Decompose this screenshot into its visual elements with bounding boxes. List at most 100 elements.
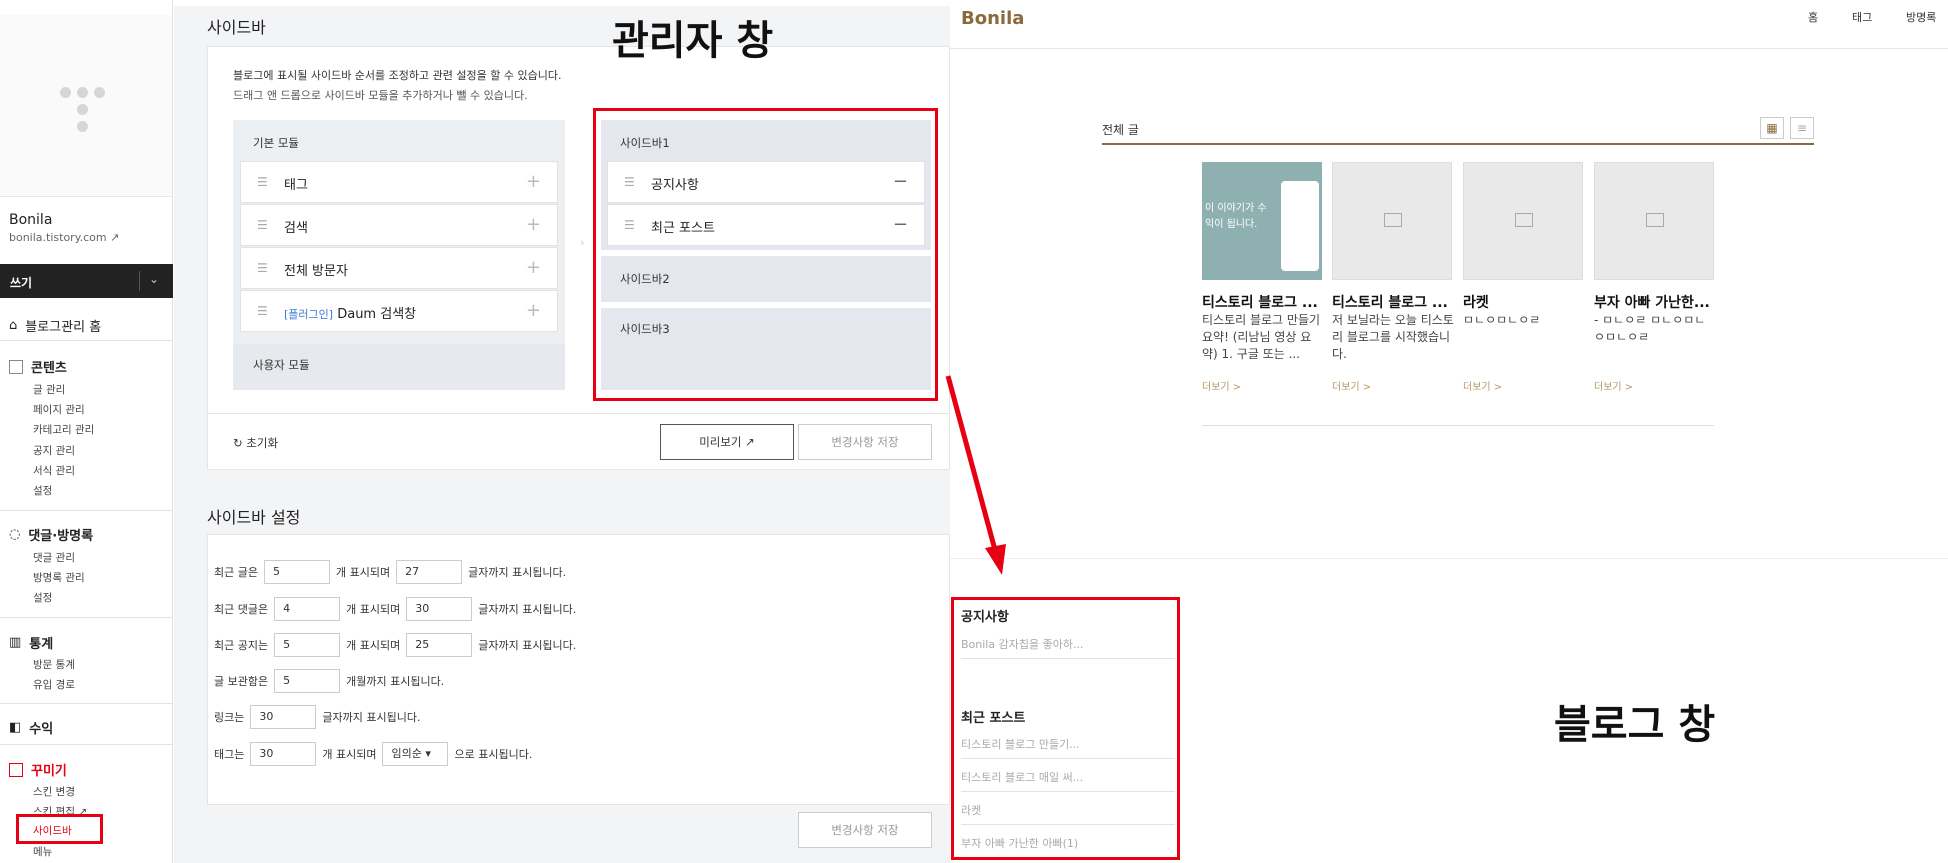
nav-deco-label: 꾸미기 [31, 764, 67, 779]
module-daum-search[interactable]: ☰ [플러그인] Daum 검색창 + [240, 290, 558, 332]
layout-icon [9, 762, 23, 777]
recent-comments-count-input[interactable]: 4 [274, 597, 341, 621]
recent-comments-chars-input[interactable]: 30 [406, 597, 473, 621]
external-link-icon: ↗ [745, 435, 755, 449]
nav-comments-settings[interactable]: 설정 [33, 590, 52, 605]
logo-dot [94, 87, 105, 98]
divider [139, 271, 140, 291]
more-link[interactable]: 더보기 > [1332, 378, 1371, 393]
recent-posts-count-input[interactable]: 5 [263, 560, 330, 584]
divider [1102, 143, 1814, 145]
setting-mid: 개 표시되며 [346, 639, 401, 652]
setting-label: 최근 공지는 [214, 639, 269, 652]
module-label: [플러그인] Daum 검색창 [284, 303, 416, 322]
blog-logo-placeholder [0, 15, 172, 197]
post-title[interactable]: 티스토리 블로그 ... [1332, 292, 1456, 312]
nav-home[interactable]: 홈 [1808, 9, 1818, 25]
drag-handle-icon[interactable]: ☰ [257, 218, 268, 232]
save-button-bottom[interactable]: 변경사항 저장 [798, 812, 932, 848]
plus-icon[interactable]: + [526, 171, 541, 192]
recent-notices-chars-input[interactable]: 25 [406, 633, 473, 657]
more-link[interactable]: 더보기 > [1463, 378, 1502, 393]
post-thumbnail[interactable] [1463, 162, 1583, 280]
nav-template-manage[interactable]: 서식 관리 [33, 463, 75, 478]
nav-revenue[interactable]: ◧ 수익 [9, 718, 53, 737]
drag-handle-icon[interactable]: ☰ [257, 261, 268, 275]
blog-url-text: bonila.tistory.com [9, 231, 107, 244]
nav-notice-manage[interactable]: 공지 관리 [33, 443, 75, 458]
nav-comments[interactable]: ◌ 댓글·방명록 [9, 525, 93, 544]
post-excerpt: 티스토리 블로그 만들기 요약! (리남님 영상 요약) 1. 구글 또는 ..… [1202, 313, 1321, 361]
nav-tag[interactable]: 태그 [1852, 9, 1872, 25]
logo-dot [77, 104, 88, 115]
nav-guestbook-manage[interactable]: 방명록 관리 [33, 570, 85, 585]
blog-logo-text[interactable]: Bonila [961, 8, 1024, 29]
sidebar-desc-2: 드래그 앤 드롭으로 사이드바 모듈을 추가하거나 뺄 수 있습니다. [233, 89, 528, 102]
setting-end: 글자까지 표시됩니다. [468, 566, 567, 579]
module-search[interactable]: ☰ 검색 + [240, 204, 558, 246]
module-visitors[interactable]: ☰ 전체 방문자 + [240, 247, 558, 289]
highlight-box-blog-sidebar [951, 597, 1180, 860]
nav-deco[interactable]: 꾸미기 [9, 760, 67, 779]
drag-handle-icon[interactable]: ☰ [257, 304, 268, 318]
nav-contents[interactable]: 콘텐츠 [9, 357, 67, 376]
recent-posts-chars-input[interactable]: 27 [396, 560, 463, 584]
tags-order-select[interactable]: 임의순 ▾ [382, 742, 449, 766]
plus-icon[interactable]: + [526, 257, 541, 278]
setting-label: 글 보관함은 [214, 675, 269, 688]
post-thumbnail[interactable]: 이 이야기가 수익이 됩니다. [1202, 162, 1322, 280]
blog-url-link[interactable]: bonila.tistory.com ↗ [9, 231, 119, 244]
post-title[interactable]: 티스토리 블로그 ... [1202, 292, 1326, 312]
nav-stats[interactable]: ▥ 통계 [9, 633, 53, 652]
setting-mid: 개 표시되며 [322, 748, 377, 761]
chevron-down-icon[interactable]: ⌄ [149, 272, 159, 286]
more-link[interactable]: 더보기 > [1202, 378, 1241, 393]
recent-notices-count-input[interactable]: 5 [274, 633, 341, 657]
arrow-shaft [945, 375, 998, 551]
highlight-box-sidebar-nav [16, 814, 103, 844]
reset-label: 초기화 [246, 436, 279, 450]
blog-window-annotation: 블로그 창 [1554, 702, 1716, 748]
nav-comment-manage[interactable]: 댓글 관리 [33, 550, 75, 565]
post-thumbnail[interactable] [1332, 162, 1452, 280]
nav-blog-home[interactable]: ⌂ 블로그관리 홈 [9, 316, 101, 335]
nav-page-manage[interactable]: 페이지 관리 [33, 402, 85, 417]
post-title[interactable]: 부자 아빠 가난한... [1594, 292, 1718, 312]
tags-order-value: 임의순 [391, 747, 422, 760]
post-thumbnail[interactable] [1594, 162, 1714, 280]
nav-visit-stats[interactable]: 방문 통계 [33, 657, 75, 672]
nav-referrer[interactable]: 유입 경로 [33, 677, 75, 692]
post-excerpt: 저 보닐라는 오늘 티스토리 블로그를 시작했습니다. [1332, 313, 1454, 361]
nav-post-manage[interactable]: 글 관리 [33, 382, 65, 397]
nav-menu[interactable]: 메뉴 [33, 844, 52, 859]
module-name: Daum 검색창 [337, 307, 417, 322]
comment-icon: ◌ [9, 527, 21, 542]
setting-archive: 글 보관함은 5 개월까지 표시됩니다. [214, 669, 444, 693]
links-chars-input[interactable]: 30 [250, 705, 317, 729]
write-button[interactable]: 쓰기 ⌄ [0, 264, 173, 298]
grid-view-icon[interactable]: ▦ [1760, 117, 1784, 139]
archive-count-input[interactable]: 5 [274, 669, 341, 693]
nav-skin-change[interactable]: 스킨 변경 [33, 784, 75, 799]
setting-label: 최근 댓글은 [214, 603, 269, 616]
drag-handle-icon[interactable]: ☰ [257, 175, 268, 189]
more-link[interactable]: 더보기 > [1594, 378, 1633, 393]
nav-category-manage[interactable]: 카테고리 관리 [33, 422, 94, 437]
tags-count-input[interactable]: 30 [250, 742, 317, 766]
nav-guestbook[interactable]: 방명록 [1906, 9, 1936, 25]
plus-icon[interactable]: + [526, 214, 541, 235]
image-placeholder-icon [1515, 213, 1533, 227]
setting-end: 개월까지 표시됩니다. [346, 675, 445, 688]
preview-button[interactable]: 미리보기 ↗ [660, 424, 794, 460]
post-title[interactable]: 라켓 [1463, 292, 1587, 312]
setting-mid: 개 표시되며 [335, 566, 391, 579]
reset-button[interactable]: ↻ 초기화 [233, 435, 278, 451]
save-button-top[interactable]: 변경사항 저장 [798, 424, 932, 460]
plus-icon[interactable]: + [526, 300, 541, 321]
nav-blog-home-label: 블로그관리 홈 [25, 320, 102, 335]
nav-contents-settings[interactable]: 설정 [33, 483, 52, 498]
module-tag[interactable]: ☰ 태그 + [240, 161, 558, 203]
list-view-icon[interactable]: ≡ [1790, 117, 1814, 139]
bar-chart-icon: ▥ [9, 635, 22, 650]
setting-end: 글자까지 표시됩니다. [478, 603, 577, 616]
